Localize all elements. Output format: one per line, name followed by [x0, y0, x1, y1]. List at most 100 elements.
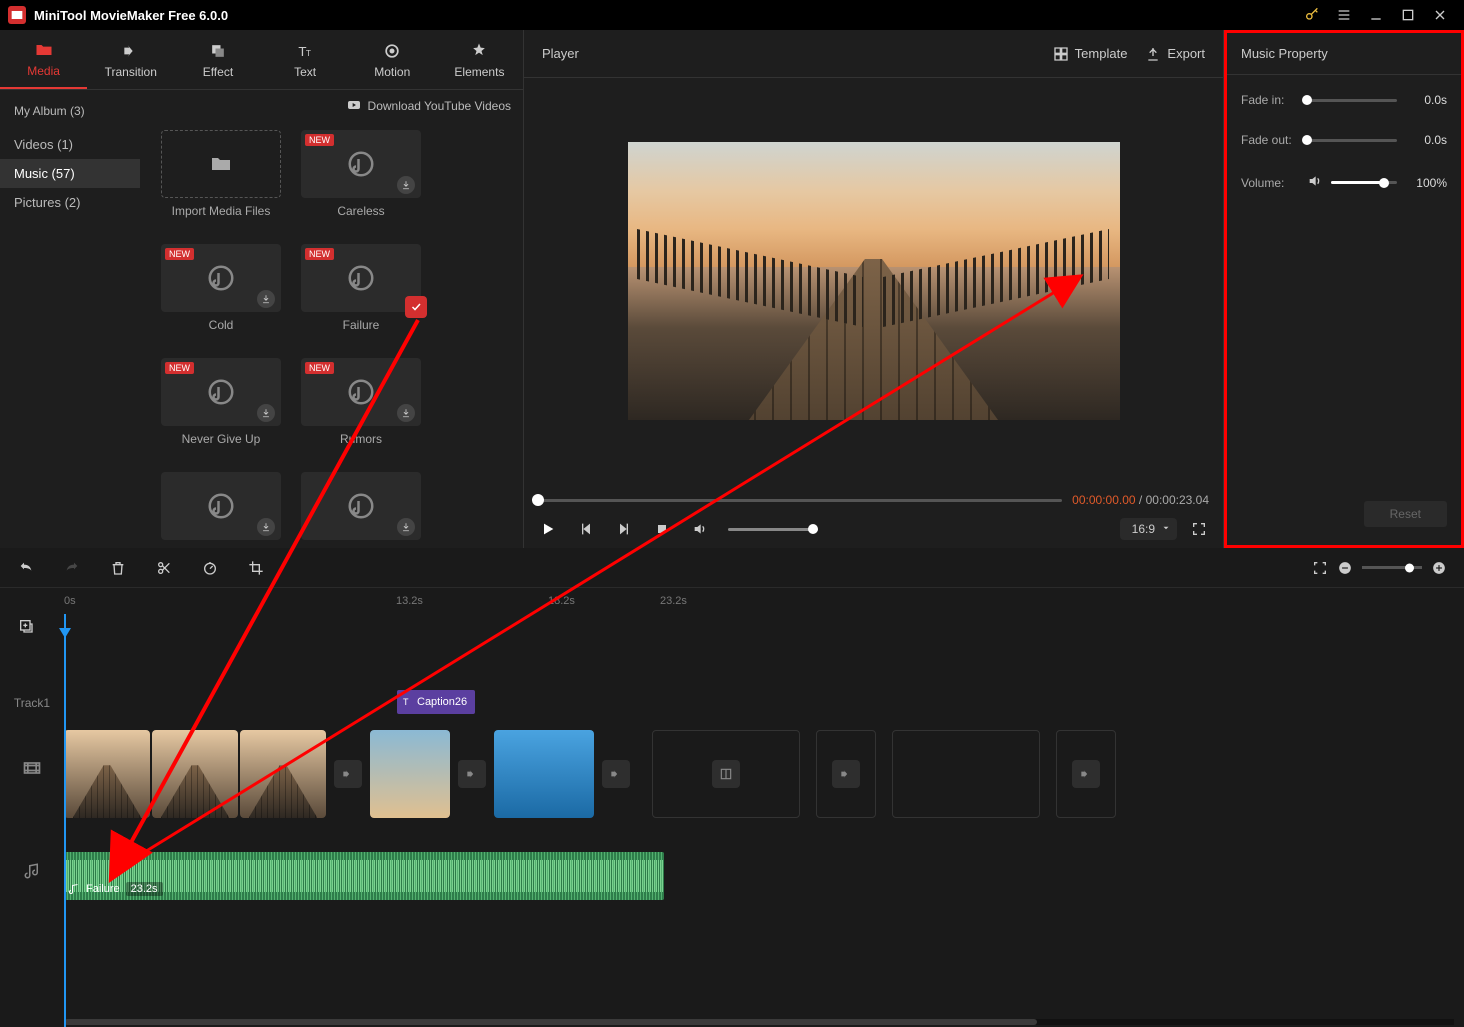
reset-button[interactable]: Reset	[1364, 501, 1447, 527]
fade-out-slider[interactable]	[1307, 139, 1397, 142]
tab-elements[interactable]: Elements	[436, 30, 523, 89]
tab-text[interactable]: TT Text	[262, 30, 349, 89]
key-icon[interactable]	[1296, 0, 1328, 30]
video-clip[interactable]	[370, 730, 450, 818]
svg-text:T: T	[306, 48, 311, 58]
play-button[interactable]	[538, 519, 558, 539]
media-item[interactable]: NEW Never Give Up	[156, 358, 286, 468]
fade-in-slider[interactable]	[1307, 99, 1397, 102]
tab-label: Motion	[374, 65, 410, 79]
undo-button[interactable]	[18, 560, 34, 576]
aspect-value: 16:9	[1132, 522, 1155, 536]
media-label: Never Give Up	[182, 432, 261, 446]
tab-label: Effect	[203, 65, 233, 79]
video-clip[interactable]	[152, 730, 238, 818]
album-item-pictures[interactable]: Pictures (2)	[0, 188, 140, 217]
empty-clip-slot[interactable]	[652, 730, 800, 818]
download-youtube-link[interactable]: Download YouTube Videos	[368, 99, 511, 113]
media-item[interactable]	[156, 472, 286, 548]
add-media-track-button[interactable]	[18, 618, 34, 639]
volume-slider[interactable]	[1331, 181, 1397, 184]
empty-clip-slot[interactable]	[892, 730, 1040, 818]
video-clip[interactable]	[240, 730, 326, 818]
fade-in-label: Fade in:	[1241, 93, 1299, 107]
volume-label: Volume:	[1241, 176, 1299, 190]
seek-slider[interactable]	[538, 499, 1062, 502]
media-label: Failure	[343, 318, 380, 332]
next-frame-button[interactable]	[614, 519, 634, 539]
redo-button[interactable]	[64, 560, 80, 576]
music-clip[interactable]: Failure 23.2s	[64, 852, 664, 900]
import-media-cell[interactable]: Import Media Files	[156, 130, 286, 240]
album-item-music[interactable]: Music (57)	[0, 159, 140, 188]
album-header: My Album (3)	[0, 100, 140, 122]
template-label: Template	[1075, 46, 1128, 61]
check-icon[interactable]	[405, 296, 427, 318]
timecode-current: 00:00:00.00	[1072, 493, 1135, 507]
download-icon[interactable]	[257, 290, 275, 308]
timeline-scrollbar[interactable]	[64, 1019, 1454, 1025]
tab-motion[interactable]: Motion	[349, 30, 436, 89]
media-item-selected[interactable]: NEW Failure	[296, 244, 426, 354]
svg-text:T: T	[403, 697, 409, 707]
fit-button[interactable]	[1312, 560, 1328, 576]
media-item[interactable]: NEW Rumors	[296, 358, 426, 468]
delete-button[interactable]	[110, 560, 126, 576]
download-icon[interactable]	[397, 404, 415, 422]
chevron-down-icon	[1161, 522, 1171, 536]
empty-clip-slot[interactable]	[816, 730, 876, 818]
tab-label: Text	[294, 65, 316, 79]
volume-icon[interactable]	[690, 519, 710, 539]
template-button[interactable]: Template	[1053, 46, 1128, 62]
ruler-mark: 18.2s	[548, 595, 575, 607]
ruler-mark: 0s	[64, 595, 76, 607]
zoom-out-button[interactable]	[1338, 561, 1352, 575]
video-clip[interactable]	[64, 730, 150, 818]
minimize-button[interactable]	[1360, 0, 1392, 30]
download-icon[interactable]	[257, 404, 275, 422]
tab-media[interactable]: Media	[0, 30, 87, 89]
crop-button[interactable]	[248, 560, 264, 576]
aspect-select[interactable]: 16:9	[1120, 518, 1177, 540]
media-item[interactable]	[296, 472, 426, 548]
tab-transition[interactable]: Transition	[87, 30, 174, 89]
transition-slot[interactable]	[458, 760, 486, 788]
tab-media-label: Media	[27, 64, 60, 78]
volume-value: 100%	[1405, 176, 1447, 190]
zoom-slider[interactable]	[1362, 566, 1422, 569]
empty-clip-slot[interactable]	[1056, 730, 1116, 818]
media-item[interactable]: NEW Cold	[156, 244, 286, 354]
download-icon[interactable]	[397, 176, 415, 194]
volume-icon	[1307, 173, 1323, 192]
video-clip[interactable]	[494, 730, 594, 818]
ruler-mark: 13.2s	[396, 595, 423, 607]
player-volume-slider[interactable]	[728, 528, 818, 531]
zoom-in-button[interactable]	[1432, 561, 1446, 575]
fade-out-value: 0.0s	[1405, 133, 1447, 147]
ruler-mark: 23.2s	[660, 595, 687, 607]
transition-slot[interactable]	[602, 760, 630, 788]
download-icon[interactable]	[397, 518, 415, 536]
track1-label: Track1	[0, 696, 64, 710]
add-media-icon[interactable]	[712, 760, 740, 788]
export-button[interactable]: Export	[1145, 46, 1205, 62]
media-item[interactable]: NEW Careless	[296, 130, 426, 240]
tab-effect[interactable]: Effect	[174, 30, 261, 89]
album-item-videos[interactable]: Videos (1)	[0, 130, 140, 159]
media-label: Rumors	[340, 432, 382, 446]
maximize-button[interactable]	[1392, 0, 1424, 30]
download-icon[interactable]	[257, 518, 275, 536]
fullscreen-button[interactable]	[1189, 519, 1209, 539]
stop-button[interactable]	[652, 519, 672, 539]
split-button[interactable]	[156, 560, 172, 576]
video-track-icon	[0, 758, 64, 778]
transition-slot[interactable]	[334, 760, 362, 788]
prev-frame-button[interactable]	[576, 519, 596, 539]
tab-label: Transition	[105, 65, 157, 79]
caption-clip[interactable]: T Caption26	[397, 690, 475, 714]
timeline-ruler[interactable]: 0s 13.2s 18.2s 23.2s	[0, 588, 1464, 614]
close-button[interactable]	[1424, 0, 1456, 30]
playhead[interactable]	[64, 614, 66, 1027]
speed-button[interactable]	[202, 560, 218, 576]
hamburger-icon[interactable]	[1328, 0, 1360, 30]
